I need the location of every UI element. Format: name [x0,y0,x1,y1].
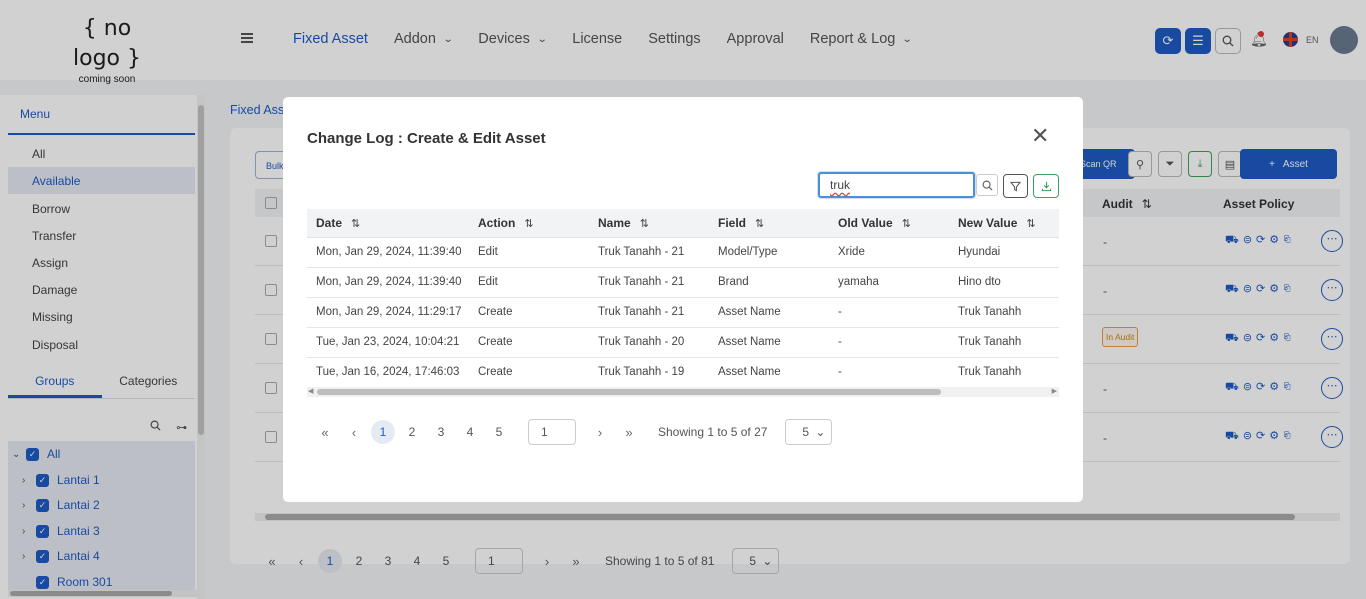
page-5[interactable]: 5 [487,420,511,444]
close-icon[interactable]: ✕ [1031,125,1049,147]
cell-old-value: - [838,336,842,348]
cell-new-value: Truk Tanahh [958,336,1022,348]
cell-action: Create [478,366,513,378]
cell-new-value: Truk Tanahh [958,366,1022,378]
table-row[interactable]: Tue, Jan 23, 2024, 10:04:21 Create Truk … [307,328,1059,358]
scroll-left-icon[interactable]: ◀ [308,387,313,395]
scroll-right-icon[interactable]: ▶ [1052,387,1057,395]
cell-field: Brand [718,276,749,288]
cell-name: Truk Tanahh - 21 [598,246,685,258]
cell-new-value: Truk Tanahh [958,306,1022,318]
page-1[interactable]: 1 [371,420,395,444]
cell-old-value: - [838,366,842,378]
cell-date: Mon, Jan 29, 2024, 11:29:17 [316,306,462,318]
filter-button[interactable] [1003,174,1028,198]
sort-icon[interactable]: ⇅ [755,218,764,230]
cell-old-value: Xride [838,246,865,258]
page-3[interactable]: 3 [429,420,453,444]
change-log-table: Date ⇅ Action ⇅ Name ⇅ Field ⇅ Old Value ⇅ Ne… [307,209,1059,387]
table-horizontal-scrollbar[interactable]: ◀ ▶ [307,387,1059,397]
cell-old-value: yamaha [838,276,879,288]
cell-field: Model/Type [718,246,778,258]
column-label: Field [718,216,747,230]
cell-action: Create [478,306,513,318]
table-header: Date ⇅ Action ⇅ Name ⇅ Field ⇅ Old Value ⇅ Ne… [307,209,1059,238]
cell-name: Truk Tanahh - 20 [598,336,685,348]
page-2[interactable]: 2 [400,420,424,444]
column-field[interactable]: Field ⇅ [718,216,764,230]
cell-name: Truk Tanahh - 19 [598,366,685,378]
column-label: Name [598,216,631,230]
search-icon [982,180,993,191]
page-size-select[interactable]: 5 ⌄ [785,419,833,445]
cell-new-value: Hyundai [958,246,1001,258]
sort-icon[interactable]: ⇅ [524,218,533,230]
table-row[interactable]: Tue, Jan 16, 2024, 17:46:03 Create Truk … [307,358,1059,387]
search-input[interactable]: truk [818,172,975,198]
column-action[interactable]: Action ⇅ [478,216,534,230]
cell-field: Asset Name [718,366,781,378]
download-icon [1041,181,1051,191]
cell-old-value: - [838,306,842,318]
first-page-icon[interactable]: « [313,425,337,440]
cell-action: Edit [478,276,498,288]
cell-field: Asset Name [718,306,781,318]
column-label: Action [478,216,516,230]
column-label: Old Value [838,216,893,230]
cell-date: Mon, Jan 29, 2024, 11:39:40 [316,246,462,258]
sort-icon[interactable]: ⇅ [902,218,911,230]
column-label: Date [316,216,343,230]
column-old-value[interactable]: Old Value ⇅ [838,216,911,230]
cell-name: Truk Tanahh - 21 [598,276,685,288]
last-page-icon[interactable]: » [617,425,641,440]
column-label: New Value [958,216,1018,230]
export-button[interactable] [1033,174,1059,198]
cell-date: Tue, Jan 23, 2024, 10:04:21 [316,336,460,348]
column-name[interactable]: Name ⇅ [598,216,649,230]
sort-icon[interactable]: ⇅ [351,218,360,230]
page-4[interactable]: 4 [458,420,482,444]
page-jump-input[interactable]: 1 [528,419,576,445]
cell-new-value: Hino dto [958,276,1001,288]
cell-date: Mon, Jan 29, 2024, 11:39:40 [316,276,462,288]
filter-icon [1010,181,1021,191]
cell-field: Asset Name [718,336,781,348]
chevron-down-icon: ⌄ [815,425,826,439]
cell-action: Create [478,336,513,348]
showing-info: Showing 1 to 5 of 27 [658,425,768,439]
column-date[interactable]: Date ⇅ [316,216,360,230]
scrollbar-thumb[interactable] [317,389,941,395]
cell-name: Truk Tanahh - 21 [598,306,685,318]
table-row[interactable]: Mon, Jan 29, 2024, 11:39:40 Edit Truk Ta… [307,268,1059,298]
modal-title: Change Log : Create & Edit Asset [307,130,546,147]
column-new-value[interactable]: New Value ⇅ [958,216,1036,230]
table-row[interactable]: Mon, Jan 29, 2024, 11:39:40 Edit Truk Ta… [307,238,1059,268]
sort-icon[interactable]: ⇅ [1026,218,1035,230]
page-size-value: 5 [802,425,810,439]
next-page-icon[interactable]: › [588,425,612,440]
change-log-modal: Change Log : Create & Edit Asset ✕ truk … [283,97,1083,502]
search-button[interactable] [976,174,998,196]
modal-pagination: « ‹ 1 2 3 4 5 1 › » Showing 1 to 5 of 27… [313,419,833,445]
sort-icon[interactable]: ⇅ [640,218,649,230]
prev-page-icon[interactable]: ‹ [342,425,366,440]
cell-action: Edit [478,246,498,258]
table-row[interactable]: Mon, Jan 29, 2024, 11:29:17 Create Truk … [307,298,1059,328]
cell-date: Tue, Jan 16, 2024, 17:46:03 [316,366,460,378]
